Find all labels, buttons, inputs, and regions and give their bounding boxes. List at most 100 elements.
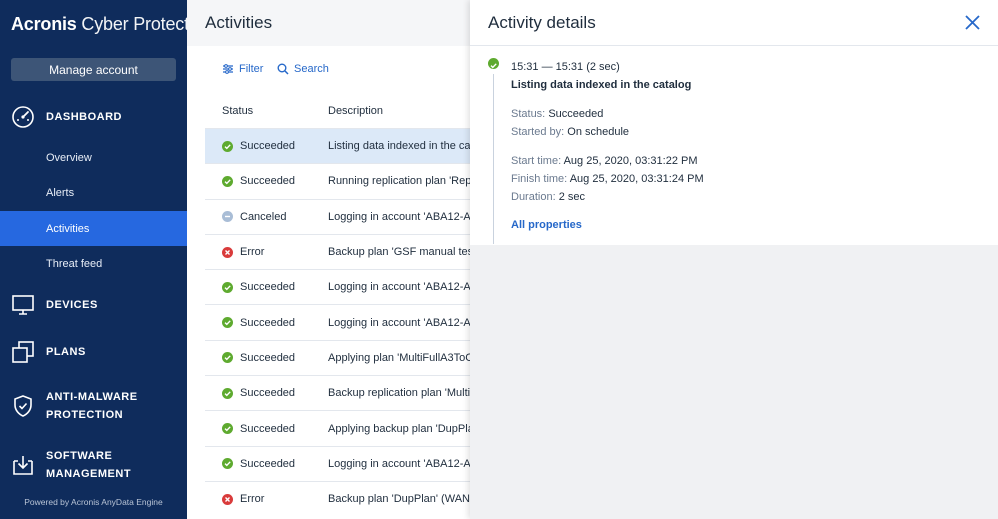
column-header-status[interactable]: Status [222, 105, 253, 117]
logo: Acronis Cyber Protect [11, 14, 189, 35]
description-text: Listing data indexed in the catalog [328, 140, 470, 153]
details-time-range: 15:31 — 15:31 (2 sec) [511, 61, 620, 73]
download-box-icon [13, 456, 33, 475]
success-check-icon [488, 58, 499, 69]
search-button[interactable]: Search [277, 63, 329, 75]
filter-icon [223, 64, 233, 74]
table-row[interactable]: Succeeded Backup replication plan 'Multi' [205, 375, 470, 410]
table-row[interactable]: Error Backup plan 'GSF manual test' [205, 233, 470, 269]
activities-table-body: Succeeded Listing data indexed in the cat… [205, 128, 470, 516]
close-icon[interactable] [965, 15, 980, 30]
description-text: Backup plan 'DupPlan' (WANN [328, 493, 470, 506]
sidebar-section-label: SOFTWARE MANAGEMENT [46, 450, 132, 480]
success-check-icon [222, 352, 233, 364]
details-activity-name: Listing data indexed in the catalog [511, 79, 692, 91]
activities-header: Activities [187, 0, 470, 46]
all-properties-link[interactable]: All properties [511, 219, 582, 231]
sidebar-section-label: ANTI-MALWARE PROTECTION [46, 391, 138, 421]
sidebar-item-overview[interactable]: Overview [0, 140, 187, 175]
shield-icon [14, 395, 32, 417]
field-value: Succeeded [548, 108, 604, 120]
search-label: Search [294, 63, 329, 75]
description-text: Applying plan 'MultiFullA3ToC' [328, 351, 470, 364]
field-label: Start time: [511, 155, 562, 167]
success-check-icon [222, 281, 233, 293]
table-row[interactable]: Canceled Logging in account 'ABA12-AMS' [205, 198, 470, 234]
status-text: Succeeded [240, 351, 296, 364]
sidebar-section-label: PLANS [46, 346, 86, 358]
details-duration: Duration: 2 sec [511, 191, 585, 203]
error-x-icon [222, 493, 233, 505]
details-body: 15:31 — 15:31 (2 sec) Listing data index… [470, 46, 998, 245]
description-text: Logging in account 'ABA12-AMS' [328, 316, 470, 329]
sidebar-section-devices[interactable]: DEVICES [0, 292, 187, 318]
table-row[interactable]: Succeeded Logging in account 'ABA12-AMS' [205, 304, 470, 339]
field-value: Aug 25, 2020, 03:31:22 PM [563, 155, 698, 167]
sidebar-item-label: Activities [46, 222, 90, 235]
field-value: Aug 25, 2020, 03:31:24 PM [569, 173, 704, 185]
field-value: On schedule [567, 126, 630, 138]
sidebar-section-label: DASHBOARD [46, 111, 122, 123]
manage-account-button[interactable]: Manage account [11, 58, 176, 81]
sidebar: Acronis Cyber Protect Manage account DAS… [0, 0, 189, 519]
canceled-minus-icon [222, 211, 233, 223]
field-value: 2 sec [558, 191, 585, 203]
table-row[interactable]: Error Backup plan 'DupPlan' (WANN [205, 480, 470, 516]
sidebar-item-label: Threat feed [46, 257, 103, 270]
details-start-time: Start time: Aug 25, 2020, 03:31:22 PM [511, 155, 698, 167]
field-label: Status: [511, 108, 546, 120]
description-text: Running replication plan 'Replication' [328, 175, 470, 188]
status-text: Succeeded [240, 422, 296, 435]
search-icon [277, 63, 289, 75]
timeline-line [493, 74, 494, 244]
filter-label: Filter [239, 63, 264, 75]
activity-details-panel: Activity details 15:31 — 15:31 (2 sec) L… [470, 0, 998, 519]
status-text: Succeeded [240, 387, 296, 400]
success-check-icon [222, 175, 233, 187]
table-row[interactable]: Succeeded Listing data indexed in the cat… [205, 128, 470, 164]
description-text: Backup plan 'GSF manual test' [328, 246, 470, 259]
activities-list: Filter Search Status Description Succeed… [187, 46, 470, 519]
status-text: Succeeded [240, 281, 296, 294]
table-row[interactable]: Succeeded Logging in account 'ABA12-AMS' [205, 445, 470, 481]
page-title: Activities [205, 13, 273, 32]
table-row[interactable]: Succeeded Running replication plan 'Repli… [205, 163, 470, 198]
sidebar-section-software[interactable]: SOFTWARE MANAGEMENT [0, 445, 187, 485]
success-check-icon [222, 140, 233, 152]
status-text: Succeeded [240, 457, 296, 470]
plans-icon [12, 341, 34, 363]
status-text: Succeeded [240, 175, 296, 188]
error-x-icon [222, 246, 233, 258]
monitor-icon [12, 295, 34, 315]
gauge-icon [12, 106, 34, 128]
table-row[interactable]: Succeeded Logging in account 'ABA12-AMS' [205, 269, 470, 304]
column-header-description[interactable]: Description [328, 105, 383, 117]
status-text: Canceled [240, 210, 287, 223]
sidebar-section-label: DEVICES [46, 299, 98, 311]
status-text: Error [240, 493, 265, 506]
logo-brand: Acronis [11, 14, 77, 34]
description-text: Logging in account 'ABA12-AMS' [328, 210, 470, 223]
sidebar-item-activities[interactable]: Activities [0, 211, 187, 246]
details-finish-time: Finish time: Aug 25, 2020, 03:31:24 PM [511, 173, 704, 185]
sidebar-section-anti-malware[interactable]: ANTI-MALWARE PROTECTION [0, 386, 187, 426]
description-text: Applying backup plan 'DupPlan' [328, 422, 470, 435]
sidebar-section-plans[interactable]: PLANS [0, 339, 187, 365]
success-check-icon [222, 423, 233, 435]
sidebar-section-dashboard[interactable]: DASHBOARD [0, 104, 187, 130]
details-header: Activity details [470, 0, 998, 46]
table-row[interactable]: Succeeded Applying plan 'MultiFullA3ToC' [205, 339, 470, 375]
field-label: Duration: [511, 191, 556, 203]
description-text: Logging in account 'ABA12-AMS' [328, 281, 470, 294]
sidebar-item-alerts[interactable]: Alerts [0, 175, 187, 210]
status-text: Succeeded [240, 140, 296, 153]
table-row[interactable]: Succeeded Applying backup plan 'DupPlan' [205, 410, 470, 445]
success-check-icon [222, 387, 233, 399]
field-label: Started by: [511, 126, 565, 138]
details-title: Activity details [488, 13, 596, 32]
logo-product: Cyber Protect [76, 14, 189, 34]
sidebar-item-label: Overview [46, 151, 92, 164]
filter-button[interactable]: Filter [222, 63, 263, 75]
sidebar-item-threat-feed[interactable]: Threat feed [0, 246, 187, 281]
powered-by: Powered by Acronis AnyData Engine [24, 497, 163, 507]
